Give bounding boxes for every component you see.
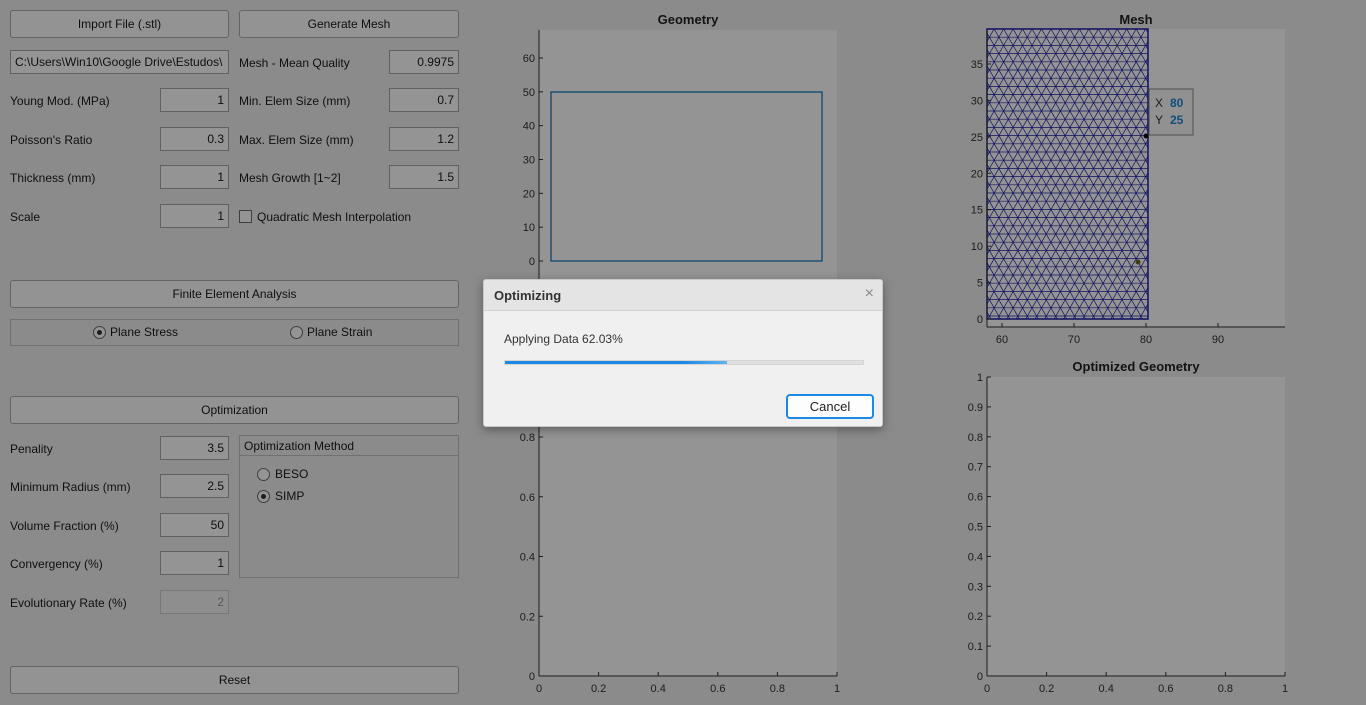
progress-bar xyxy=(504,360,864,365)
close-icon[interactable]: × xyxy=(865,285,874,303)
dialog-title: Optimizing xyxy=(494,288,562,303)
progress-message: Applying Data 62.03% xyxy=(504,332,623,346)
optimizing-dialog: Optimizing × Applying Data 62.03% Cancel xyxy=(483,279,883,427)
progress-bar-fill xyxy=(505,361,728,364)
dialog-header: Optimizing × xyxy=(484,280,882,311)
cancel-button[interactable]: Cancel xyxy=(786,394,874,419)
